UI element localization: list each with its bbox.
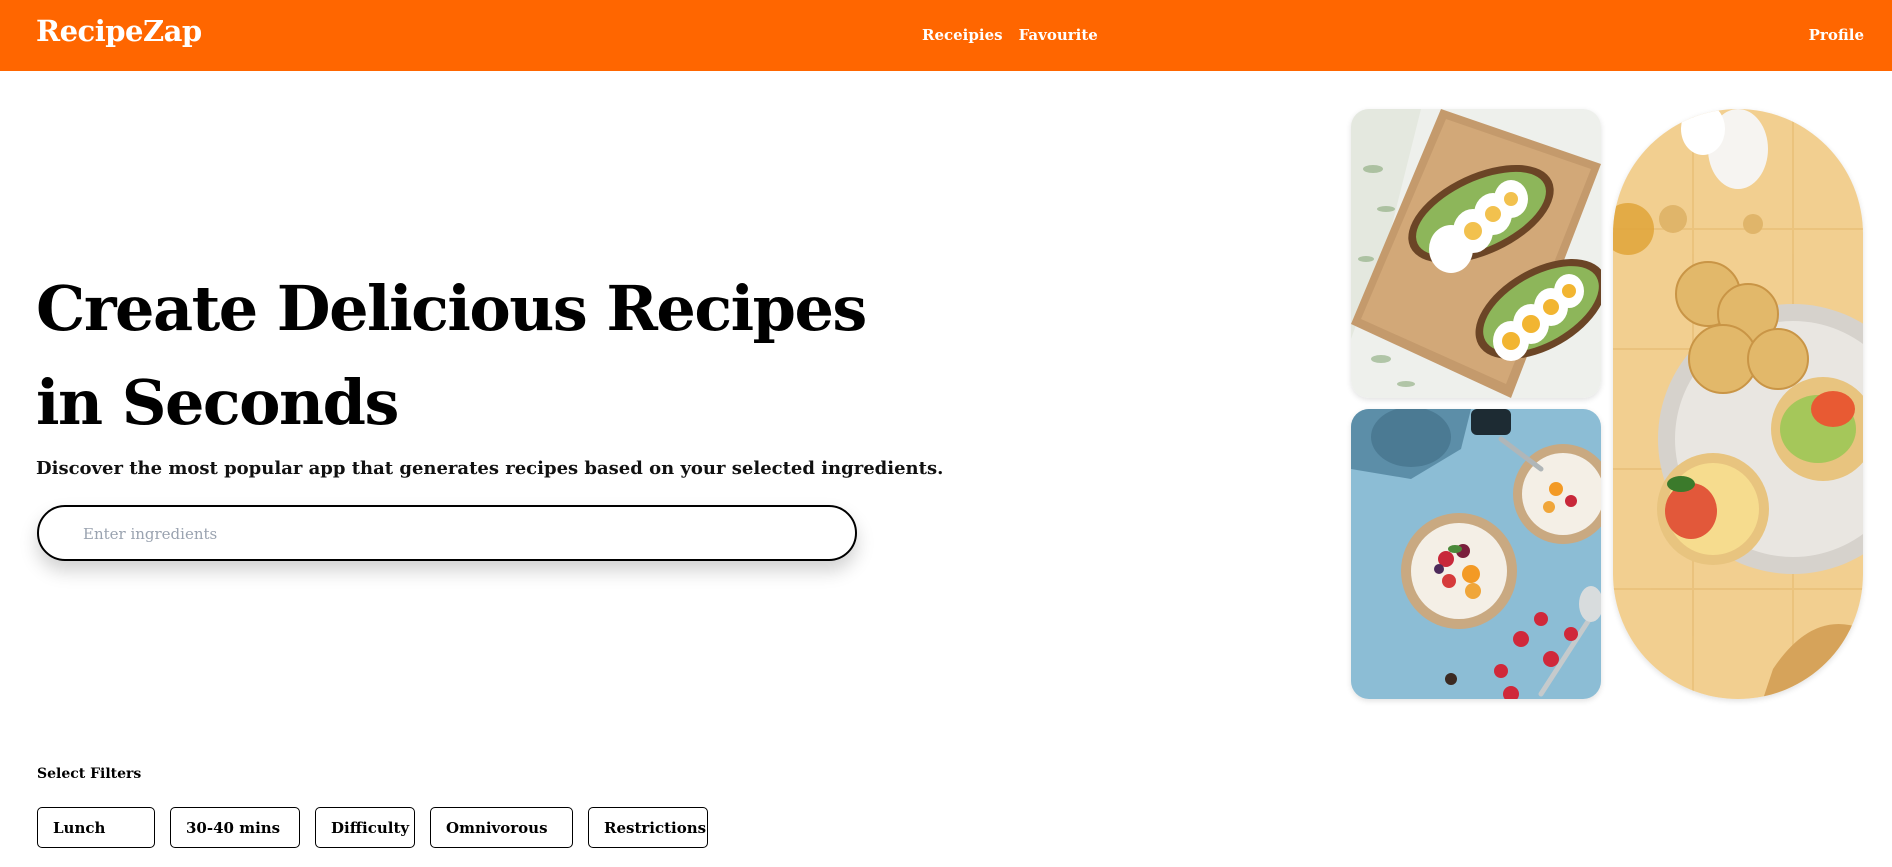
filter-chip-diet[interactable]: Omnivorous <box>430 807 573 848</box>
top-navbar: RecipeZap Receipies Favourite Profile <box>0 0 1892 71</box>
filter-chip-group: Lunch 30-40 mins Difficulty Omnivorous R… <box>37 807 708 848</box>
profile-link[interactable]: Profile <box>1809 26 1864 44</box>
filter-chip-restrictions[interactable]: Restrictions <box>588 807 708 848</box>
ingredients-input[interactable] <box>83 520 823 548</box>
hero-title: Create Delicious Recipes in Seconds <box>36 272 867 439</box>
nav-link-recipes[interactable]: Receipies <box>922 26 1003 44</box>
nav-link-favourite[interactable]: Favourite <box>1019 26 1098 44</box>
filter-chip-time[interactable]: 30-40 mins <box>170 807 300 848</box>
filters-label: Select Filters <box>37 766 142 782</box>
crackers-plate-photo <box>1613 109 1863 699</box>
brand-logo[interactable]: RecipeZap <box>36 14 202 48</box>
filter-chip-difficulty[interactable]: Difficulty <box>315 807 415 848</box>
fruit-yogurt-bowl-photo <box>1351 409 1601 699</box>
filter-chip-lunch[interactable]: Lunch <box>37 807 155 848</box>
ingredients-search-box <box>37 505 857 561</box>
main-nav: Receipies Favourite <box>922 26 1098 44</box>
hero-subtitle: Discover the most popular app that gener… <box>36 458 944 479</box>
egg-avocado-toast-photo <box>1351 109 1601 398</box>
